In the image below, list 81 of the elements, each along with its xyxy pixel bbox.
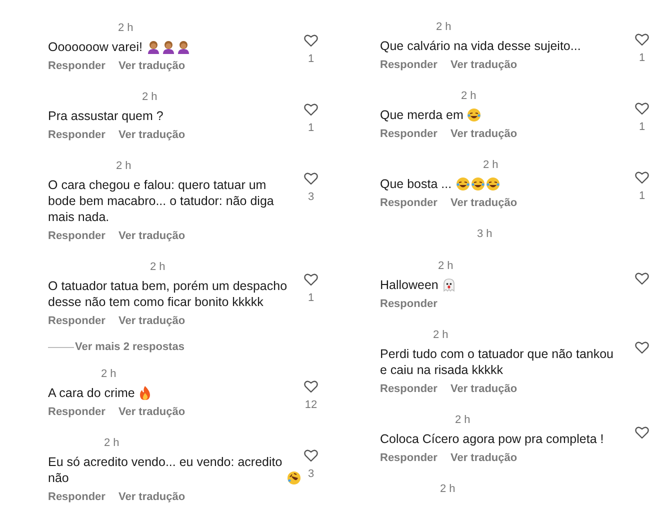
comment-action-link[interactable]: Ver tradução (450, 58, 518, 72)
heart-icon[interactable] (635, 341, 649, 354)
heart-icon[interactable] (635, 426, 649, 439)
comment-action-link[interactable]: Ver tradução (450, 127, 518, 141)
heart-icon[interactable] (635, 171, 649, 184)
comment-text: A cara do crime (48, 385, 135, 401)
comment-time: 2 h (116, 160, 132, 172)
heart-icon[interactable] (635, 102, 649, 115)
heart-icon[interactable] (635, 33, 649, 46)
comment-text: O cara chegou e falou: quero tatuar um bode bem macabro... o tatudor: não diga mais nada. (48, 177, 275, 225)
comment-action-link[interactable]: Responder (48, 314, 106, 328)
heart-icon[interactable] (304, 172, 318, 185)
laughing-emoji-icon (287, 471, 301, 485)
fire-emoji-icon (138, 386, 151, 400)
comment-time: 2 h (440, 483, 456, 495)
comment-time: 2 h (142, 91, 158, 103)
comment-action-link[interactable]: Ver tradução (118, 314, 186, 328)
comment-text: Halloween (380, 277, 438, 293)
comment-action-link[interactable]: Responder (380, 58, 438, 72)
ghost-emoji-icon (442, 278, 456, 292)
like-count: 3 (308, 191, 314, 204)
heart-icon[interactable] (304, 103, 318, 116)
comment-action-link[interactable]: Responder (48, 405, 106, 419)
heart-icon[interactable] (635, 272, 649, 285)
comment-action-link[interactable]: Responder (48, 128, 106, 142)
laughing-emoji-icon (456, 177, 470, 191)
like-count: 1 (638, 190, 646, 203)
like-count: 3 (308, 468, 314, 481)
comment-time: 3 h (477, 228, 492, 240)
like-count: 1 (308, 53, 314, 66)
like-count: 1 (308, 292, 314, 305)
comment-text: Coloca Cícero agora pow pra completa ! (380, 431, 604, 447)
view-more-replies-link[interactable]: Ver mais 2 respostas (75, 340, 184, 354)
comment-time: 2 h (150, 261, 166, 273)
comment-action-link[interactable]: Responder (380, 382, 438, 396)
comment-action-link[interactable]: Ver tradução (118, 405, 186, 419)
comment-action-link[interactable]: Ver tradução (118, 490, 186, 504)
comment-action-link[interactable]: Ver tradução (450, 451, 518, 465)
comment-action-link[interactable]: Responder (48, 229, 106, 243)
comment-time: 2 h (433, 329, 448, 341)
comment-time: 2 h (436, 21, 452, 33)
heart-icon[interactable] (304, 273, 318, 286)
comment-action-link[interactable]: Responder (48, 490, 106, 504)
comment-time: 2 h (483, 159, 498, 171)
person-emoji-icon (146, 40, 160, 54)
comment-time: 2 h (438, 260, 454, 272)
comment-action-link[interactable]: Ver tradução (450, 382, 518, 396)
laughing-emoji-icon (470, 177, 485, 191)
comment-time: 2 h (118, 22, 134, 34)
comment-time: 2 h (461, 90, 476, 102)
comment-text: Que bosta ... (380, 176, 452, 192)
comment-text: Que merda em (380, 107, 464, 123)
heart-icon[interactable] (304, 380, 318, 393)
like-count: 12 (304, 399, 318, 412)
comment-action-link[interactable]: Responder (380, 297, 438, 311)
laughing-emoji-icon (467, 108, 482, 122)
person-emoji-icon (176, 40, 190, 54)
comment-text: O tatuador tatua bem, porém um despacho desse não tem como ficar bonito kkkkk (48, 278, 288, 310)
laughing-emoji-icon (486, 177, 500, 191)
comment-text: Que calvário na vida desse sujeito... (380, 38, 581, 54)
heart-icon[interactable] (304, 34, 318, 47)
comment-text: Pra assustar quem ? (48, 108, 164, 124)
comment-action-link[interactable]: Responder (380, 127, 438, 141)
like-count: 1 (638, 52, 646, 65)
comment-time: 2 h (101, 368, 116, 380)
like-count: 1 (308, 122, 314, 135)
comment-text: Perdi tudo com o tatuador que não tankou e caiu na risada kkkkk (380, 346, 614, 378)
comment-action-link[interactable]: Ver tradução (118, 229, 186, 243)
person-emoji-icon (162, 40, 175, 54)
comment-action-link[interactable]: Ver tradução (118, 59, 186, 73)
comment-time: 2 h (455, 414, 470, 426)
comment-action-link[interactable]: Responder (380, 451, 438, 465)
comment-text: Ooooooow varei! (48, 39, 143, 55)
comment-action-link[interactable]: Ver tradução (450, 196, 518, 210)
comment-text: Eu só acredito vendo... eu vendo: acredito não (48, 454, 283, 486)
comment-action-link[interactable]: Ver tradução (118, 128, 186, 142)
comment-time: 2 h (104, 437, 120, 449)
like-count: 1 (638, 121, 646, 134)
comment-action-link[interactable]: Responder (48, 59, 106, 73)
comment-action-link[interactable]: Responder (380, 196, 438, 210)
heart-icon[interactable] (304, 449, 318, 462)
